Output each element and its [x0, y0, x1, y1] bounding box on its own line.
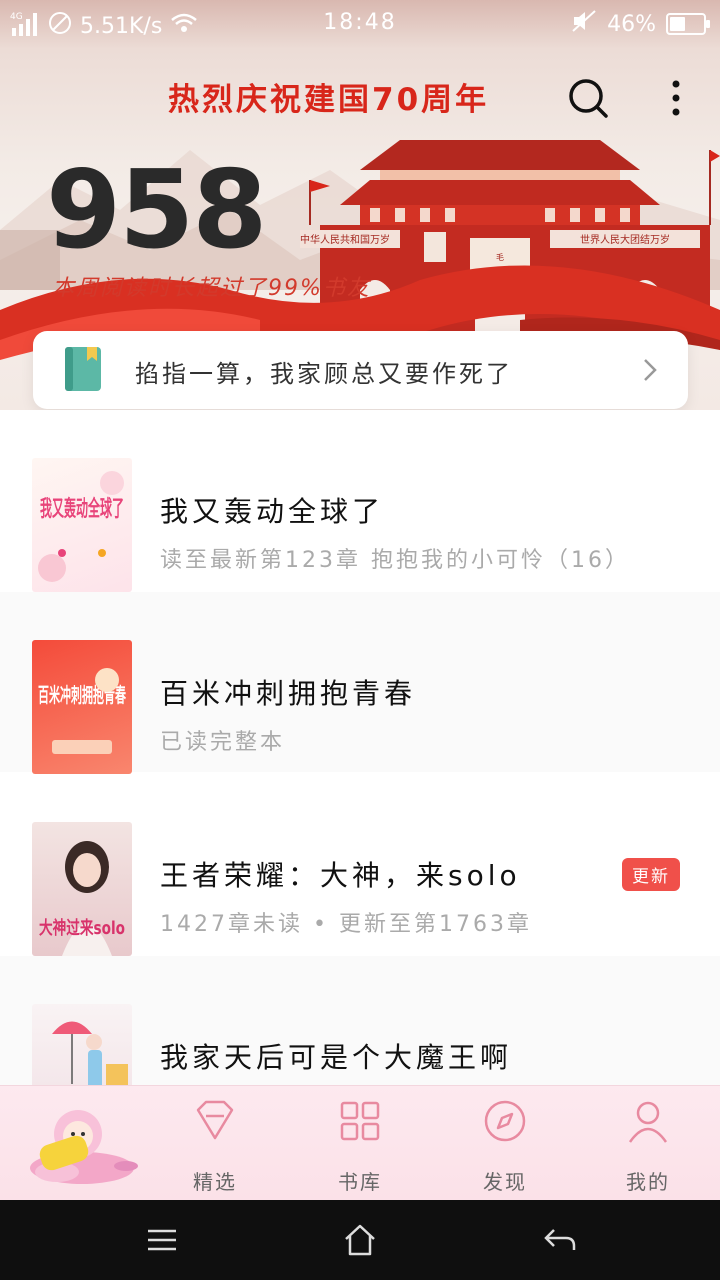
- book-progress: 读至最新第123章 抱抱我的小可怜（16）: [160, 548, 630, 573]
- nav-discover[interactable]: 发现: [450, 1086, 560, 1201]
- nav-featured-label: 精选: [193, 1170, 237, 1194]
- menu-icon[interactable]: [144, 1222, 180, 1258]
- grid-icon: [340, 1101, 380, 1141]
- reading-rank-text: 本周阅读时长超过了99%书友: [52, 276, 371, 301]
- book-cover: 大神过来solo: [32, 822, 132, 956]
- banner-title: 热烈庆祝建国70周年: [168, 82, 490, 118]
- nav-library[interactable]: 书库: [305, 1086, 415, 1201]
- home-icon[interactable]: [342, 1222, 378, 1258]
- battery-icon: [666, 13, 710, 35]
- battery-percent: 46%: [607, 11, 656, 37]
- svg-text:大神过来solo: 大神过来solo: [39, 917, 125, 939]
- more-vertical-icon: [672, 80, 680, 116]
- book-progress: 1427章未读 • 更新至第1763章: [160, 912, 532, 937]
- search-button[interactable]: [566, 76, 610, 120]
- book-title: 我家天后可是个大魔王啊: [160, 1041, 513, 1074]
- book-title: 王者荣耀：大神，来solo: [160, 859, 521, 892]
- nav-me[interactable]: 我的: [593, 1086, 703, 1201]
- gate-sign-left: 中华人民共和国万岁: [300, 233, 390, 246]
- diamond-icon: [196, 1100, 234, 1140]
- book-title: 我又轰动全球了: [160, 495, 385, 528]
- recommend-card[interactable]: 掐指一算，我家顾总又要作死了: [33, 331, 688, 409]
- bottom-navigation: 精选 书库 发现 我的: [0, 1085, 720, 1200]
- bookshelf-list: 我又轰动全球了 我又轰动全球了 读至最新第123章 抱抱我的小可怜（16） 百米…: [0, 410, 720, 1138]
- gate-sign-right: 世界人民大团结万岁: [580, 233, 670, 246]
- recommend-text: 掐指一算，我家顾总又要作死了: [135, 360, 513, 388]
- book-progress: 已读完整本: [160, 730, 286, 755]
- update-badge: 更新: [622, 858, 680, 891]
- mute-icon: [571, 9, 597, 39]
- back-icon[interactable]: [542, 1222, 578, 1258]
- chevron-right-icon: [644, 359, 657, 381]
- more-menu-button[interactable]: [660, 76, 692, 120]
- nav-featured[interactable]: 精选: [160, 1086, 270, 1201]
- book-item-3[interactable]: 大神过来solo 王者荣耀：大神，来solo 1427章未读 • 更新至第176…: [0, 774, 720, 956]
- book-icon: [65, 347, 101, 391]
- person-icon: [628, 1101, 668, 1143]
- system-navigation-bar: [0, 1200, 720, 1280]
- book-item-2[interactable]: 百米冲刺拥抱青春 百米冲刺拥抱青春 已读完整本: [0, 592, 720, 774]
- weekly-reading-minutes: 958: [46, 148, 267, 273]
- mascot-avatar-icon[interactable]: [22, 1086, 142, 1201]
- book-item-1[interactable]: 我又轰动全球了 我又轰动全球了 读至最新第123章 抱抱我的小可怜（16）: [0, 410, 720, 592]
- nav-discover-label: 发现: [483, 1170, 527, 1194]
- book-cover: 百米冲刺拥抱青春: [32, 640, 132, 774]
- svg-text:我又轰动全球了: 我又轰动全球了: [40, 496, 124, 522]
- nav-library-label: 书库: [338, 1170, 382, 1194]
- book-cover: 我又轰动全球了: [32, 458, 132, 592]
- book-title: 百米冲刺拥抱青春: [160, 677, 417, 710]
- search-icon: [569, 79, 608, 118]
- compass-icon: [484, 1100, 526, 1142]
- status-bar: 4G 5.51K/s 18:48 46%: [0, 0, 720, 48]
- nav-me-label: 我的: [626, 1170, 670, 1194]
